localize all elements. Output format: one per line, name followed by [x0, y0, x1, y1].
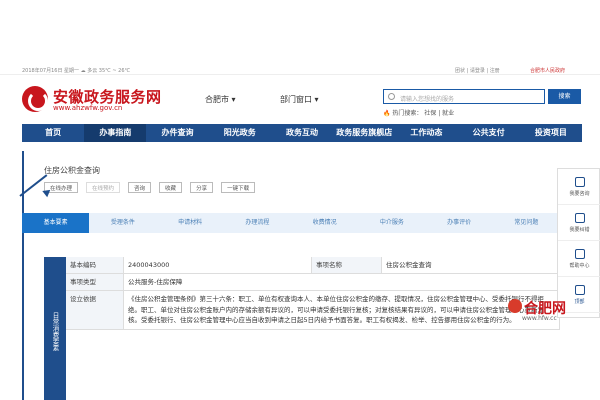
table-row: 基本编码 2400043000 事项名称 住房公积金查询	[66, 257, 560, 274]
city-select[interactable]: 合肥市 ▾	[205, 94, 236, 105]
action-button[interactable]: 收藏	[159, 182, 183, 193]
search-icon	[388, 93, 395, 100]
row-label: 基本编码	[66, 257, 124, 273]
table-row: 事项类型 公共服务-住房保障	[66, 274, 560, 292]
department-window-select[interactable]: 部门窗口 ▾	[280, 94, 319, 105]
tab[interactable]: 办事评价	[426, 213, 493, 233]
nav-item[interactable]: 办件查询	[146, 124, 208, 142]
nav-item[interactable]: 办事指南	[84, 124, 147, 142]
tab[interactable]: 办理流程	[224, 213, 291, 233]
panel-title: 住房公积金查询	[44, 166, 100, 175]
row-value: 2400043000	[124, 257, 312, 273]
hot-search[interactable]: 🔥 热门搜索： 社保 | 就业	[383, 108, 454, 117]
float-item-label: 我要纠错	[569, 227, 590, 233]
logo-icon[interactable]	[22, 86, 48, 112]
float-item-icon	[574, 177, 585, 187]
float-item-icon	[574, 213, 585, 223]
tab[interactable]: 收费情况	[291, 213, 358, 233]
page: 2018年07月16日 星期一 ☁ 多云 35℃ ~ 26℃ 团状 | 请登录 …	[0, 0, 600, 400]
watermark: 合肥网 www.hfw.cc	[508, 296, 598, 326]
action-button[interactable]: 咨询	[128, 182, 152, 193]
action-button[interactable]: 分享	[190, 182, 214, 193]
nav-item[interactable]: 工作动态	[395, 124, 457, 142]
nav-item[interactable]: 政务互动	[271, 124, 333, 142]
float-item-icon	[574, 285, 585, 295]
search-button[interactable]: 搜索	[548, 89, 581, 104]
table-row: 设立依据 《住房公积金管理条例》第三十六条：职工、单位有权查询本人、本单位住房公积…	[66, 291, 560, 330]
watermark-url: www.hfw.cc	[522, 315, 557, 322]
row-value: 公共服务-住房保障	[124, 274, 560, 291]
user-links[interactable]: 团状 | 请登录 | 注册	[455, 67, 500, 74]
action-buttons: 在线办理 在线预约 咨询 收藏 分享 一键下载	[44, 182, 256, 193]
detail-tabs: 基本要素 受理条件 申请材料 办理流程 收费情况 中介服务 办事评价 常见问题	[22, 213, 560, 233]
action-button[interactable]: 一键下载	[221, 182, 256, 193]
main-nav: 首页 办事指南 办件查询 阳光政务 政务互动 政务服务旗舰店 工作动态 公共支付 投资项目	[22, 124, 582, 142]
watermark-logo-icon	[508, 299, 522, 313]
nav-item[interactable]: 投资项目	[520, 124, 582, 142]
row-value: 《住房公积金管理条例》第三十六条：职工、单位有权查询本人、本单位住房公积金的缴存…	[124, 291, 560, 329]
float-item-label: 帮助中心	[569, 263, 590, 269]
nav-item[interactable]: 首页	[22, 124, 84, 142]
nav-item[interactable]: 公共支付	[458, 124, 520, 142]
nav-item[interactable]: 阳光政务	[209, 124, 271, 142]
tab[interactable]: 常见问题	[493, 213, 560, 233]
top-info-bar: 2018年07月16日 星期一 ☁ 多云 35℃ ~ 26℃ 团状 | 请登录 …	[0, 66, 600, 75]
row-label: 设立依据	[66, 291, 124, 329]
row-value: 住房公积金查询	[382, 257, 560, 273]
float-item[interactable]: 帮助中心	[558, 241, 600, 277]
search-input[interactable]: 请输入您想找的服务	[383, 89, 545, 104]
nav-item[interactable]: 政务服务旗舰店	[333, 124, 395, 142]
tab[interactable]: 申请材料	[157, 213, 224, 233]
info-table: 基本编码 2400043000 事项名称 住房公积金查询 事项类型 公共服务-住房保障 设立…	[66, 257, 560, 330]
site-url: www.ahzwfw.gov.cn	[53, 104, 123, 112]
search-placeholder: 请输入您想找的服务	[400, 96, 455, 103]
tab[interactable]: 受理条件	[89, 213, 156, 233]
row-label: 事项类型	[66, 274, 124, 291]
tab[interactable]: 中介服务	[358, 213, 425, 233]
float-item[interactable]: 我要纠错	[558, 205, 600, 241]
tab[interactable]: 基本要素	[22, 213, 90, 233]
float-item-icon	[574, 249, 585, 259]
float-item-label: 我要咨询	[569, 191, 590, 197]
action-button[interactable]: 在线预约	[86, 182, 121, 193]
float-item[interactable]: 我要咨询	[558, 169, 600, 205]
date-weather: 2018年07月16日 星期一 ☁ 多云 35℃ ~ 26℃	[22, 68, 131, 74]
section-label: 日常消费要素	[44, 257, 66, 400]
row-label: 事项名称	[312, 257, 382, 273]
gov-link[interactable]: 合肥市人民政府	[530, 67, 565, 74]
